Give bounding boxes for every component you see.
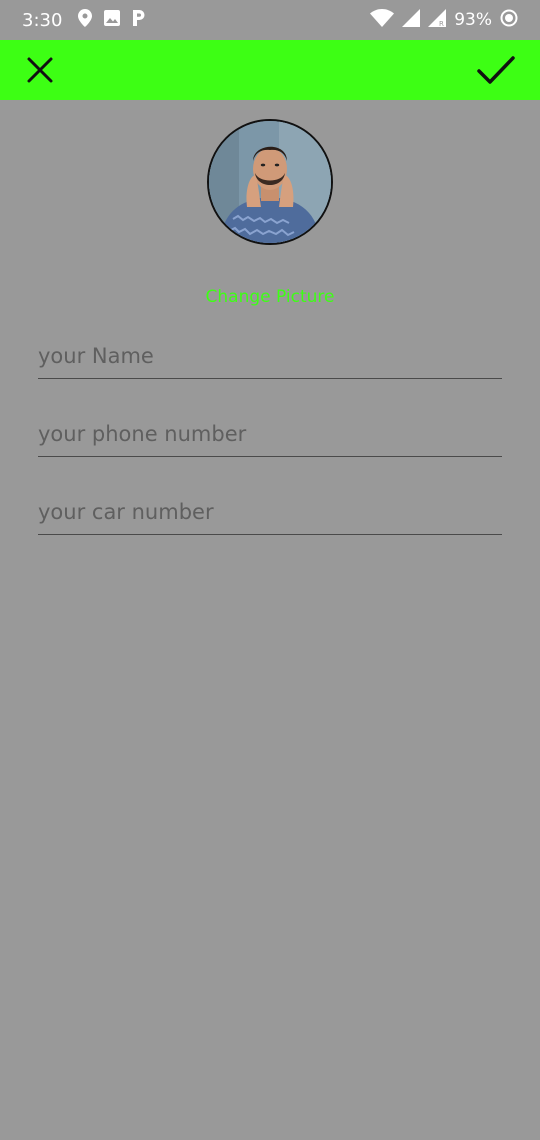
check-icon: [477, 56, 515, 84]
battery-saver-icon: [500, 9, 518, 31]
confirm-button[interactable]: [466, 40, 526, 100]
status-time: 3:30: [22, 9, 63, 31]
status-bar: 3:30 R 93%: [0, 0, 540, 40]
status-right: R 93%: [370, 0, 518, 40]
phone-field-container: [38, 412, 502, 457]
image-icon: [104, 10, 121, 30]
name-field-container: [38, 334, 502, 379]
wifi-icon: [370, 9, 395, 31]
phone-field[interactable]: [38, 412, 502, 456]
car-number-field[interactable]: [38, 490, 502, 534]
edit-profile-screen: 3:30 R 93% Change Picture your Name your…: [0, 0, 540, 1140]
parking-icon: [132, 9, 146, 31]
signal-icon: [402, 9, 421, 31]
close-icon: [27, 57, 53, 83]
status-left: 3:30: [22, 0, 146, 40]
signal-roaming-icon: R: [428, 9, 447, 31]
svg-text:R: R: [439, 20, 444, 27]
location-icon: [78, 9, 93, 31]
profile-avatar[interactable]: [207, 119, 333, 245]
toolbar: [0, 40, 540, 100]
car-field-container: [38, 490, 502, 535]
battery-percentage: 93%: [454, 10, 492, 30]
change-picture-button[interactable]: Change Picture: [0, 287, 540, 307]
close-button[interactable]: [10, 40, 70, 100]
name-field[interactable]: [38, 334, 502, 378]
profile-photo: [209, 121, 331, 243]
